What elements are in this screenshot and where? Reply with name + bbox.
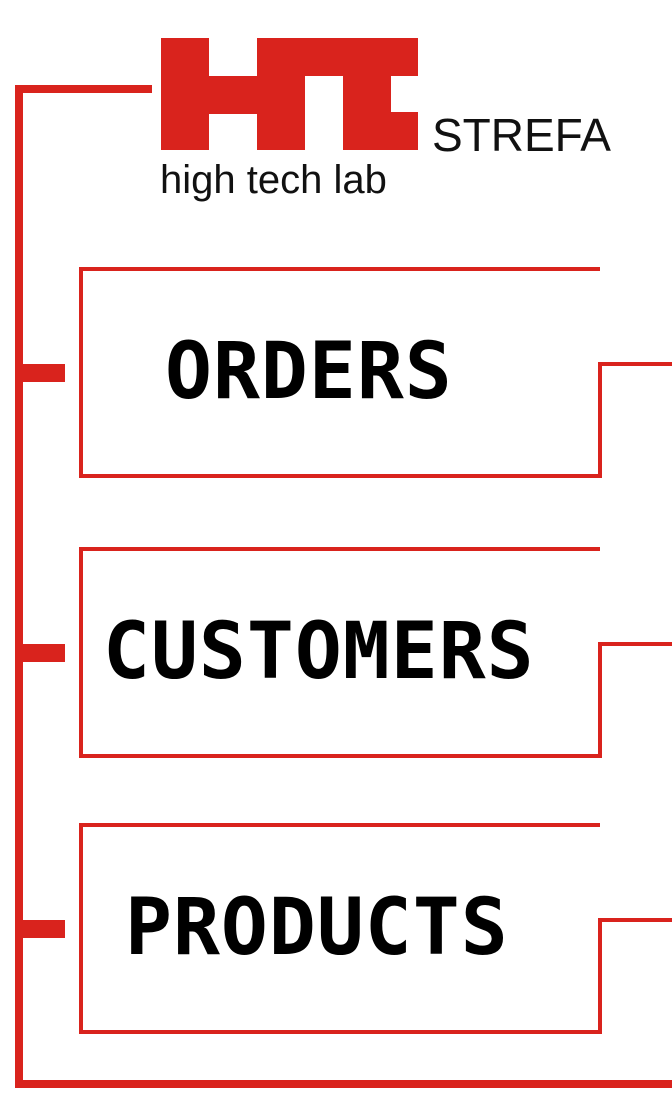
branch-stub-customers [19,644,65,662]
logo-icon [161,38,418,150]
brand-tagline: high tech lab [160,158,387,202]
menu-item-customers[interactable]: CUSTOMERS [81,549,600,756]
branch-stub-orders [19,364,65,382]
menu-label-products: PRODUCTS [125,883,509,973]
section-title: STREFA [432,109,611,161]
menu-label-orders: ORDERS [165,327,453,417]
menu-label-customers: CUSTOMERS [103,607,535,697]
menu-item-products[interactable]: PRODUCTS [81,825,600,1032]
menu-item-orders[interactable]: ORDERS [81,269,600,476]
branch-stub-products [19,920,65,938]
